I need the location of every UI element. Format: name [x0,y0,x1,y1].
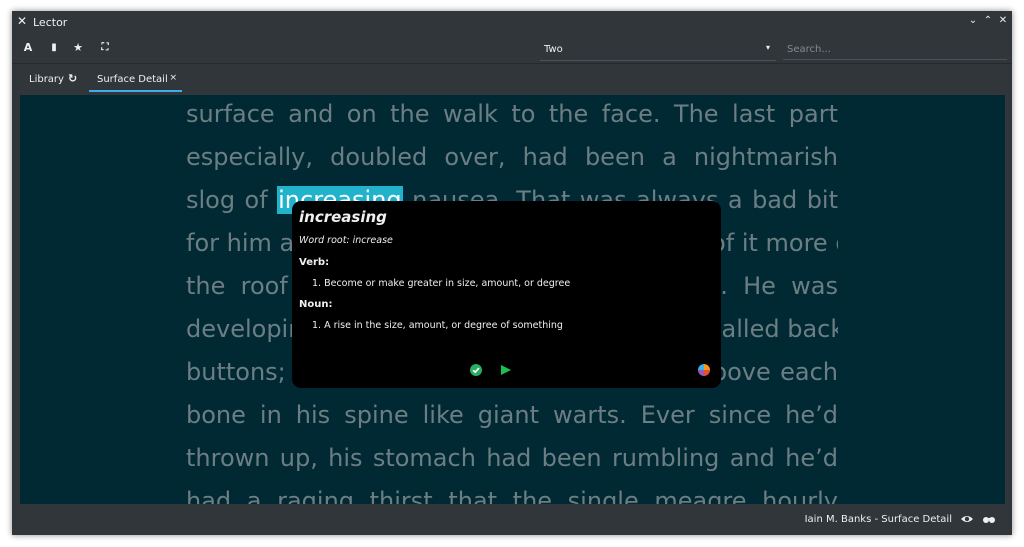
text-segment: bone in his spine like giant warts. Ever… [186,401,838,429]
popup-word-root: Word root: increase [299,235,393,246]
text-line: thrown up, his stomach had been rumbling… [186,437,838,480]
search-input[interactable] [783,39,1007,60]
color-wheel-icon[interactable] [698,364,710,376]
glasses-icon[interactable] [982,512,996,526]
maximize-icon[interactable]: ⌃ [983,14,993,28]
tab-library[interactable]: Library ↻ [29,70,77,90]
eye-icon[interactable] [960,512,974,526]
tab-surface-detail-label: Surface Detail [97,74,168,85]
title-bar: ✕ Lector ⌄ ⌃ ✕ [12,11,1012,33]
check-icon[interactable] [470,364,482,376]
popup-verb-definition: 1. Become or make greater in size, amoun… [312,278,571,289]
text-segment: especially, doubled over, had been a nig… [186,143,838,171]
close-icon[interactable]: ✕ [998,14,1008,28]
popup-noun-definition: 1. A rise in the size, amount, or degree… [312,320,563,331]
text-segment: surface and on the walk to the face. The… [186,100,838,128]
view-mode-select[interactable]: Two ▾ [540,39,776,61]
toolbar: A ▮ ★ ⛶ Two ▾ [12,33,1012,63]
tab-library-label: Library [29,74,64,85]
noun-label: Noun [299,299,329,310]
app-logo-icon: ✕ [17,14,28,28]
text-line: had a raging thirst that the single meag… [186,480,838,504]
play-icon[interactable] [500,364,512,376]
popup-noun-header: Noun: [299,299,333,310]
text-segment: slog of [186,186,278,214]
book-title-status: Iain M. Banks - Surface Detail [804,514,952,525]
popup-word: increasing [299,208,387,226]
bookmark-icon[interactable]: ▮ [46,40,62,56]
tab-surface-detail[interactable]: Surface Detail × [89,70,182,92]
dictionary-popup: increasing Word root: increase Verb: 1. … [292,201,721,388]
star-icon[interactable]: ★ [70,40,86,56]
tab-close-icon[interactable]: × [169,73,177,83]
verb-label: Verb [299,257,326,268]
text-line: bone in his spine like giant warts. Ever… [186,394,838,437]
window-title: Lector [33,16,68,29]
tab-bar: Library ↻ Surface Detail × [12,63,1012,92]
refresh-icon[interactable]: ↻ [68,72,77,85]
fullscreen-icon[interactable]: ⛶ [97,40,113,56]
text-segment: had a raging thirst that the single meag… [186,487,838,504]
text-segment: thrown up, his stomach had been rumbling… [186,444,838,472]
text-line: surface and on the walk to the face. The… [186,95,838,136]
window-controls: ⌄ ⌃ ✕ [968,14,1008,28]
popup-verb-header: Verb: [299,257,330,268]
dropdown-arrow-icon: ▾ [765,43,770,52]
text-line: especially, doubled over, had been a nig… [186,136,838,179]
minimize-icon[interactable]: ⌄ [968,14,978,28]
font-settings-icon[interactable]: A [20,40,36,56]
status-bar: Iain M. Banks - Surface Detail [12,504,1012,535]
view-mode-value: Two [544,44,563,55]
